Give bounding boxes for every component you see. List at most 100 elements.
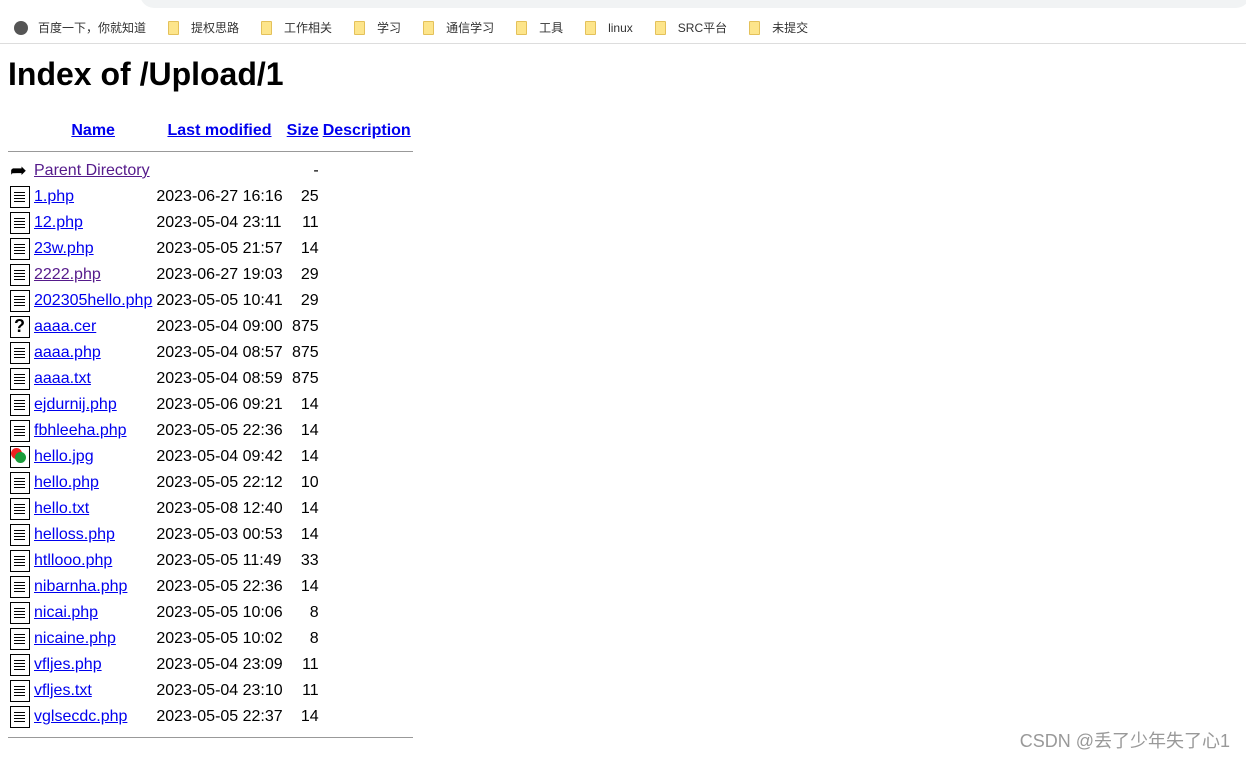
text-file-icon (10, 498, 30, 520)
table-row: aaaa.php 2023-05-04 08:57 875 (8, 340, 413, 366)
size-cell: 11 (302, 682, 319, 699)
file-link[interactable]: hello.jpg (34, 448, 94, 465)
bookmark-item[interactable]: 学习 (354, 19, 401, 36)
sort-by-last-modified[interactable]: Last modified (168, 122, 272, 139)
file-link[interactable]: aaaa.txt (34, 370, 91, 387)
text-file-icon (10, 524, 30, 546)
file-link[interactable]: 23w.php (34, 240, 94, 257)
page-title: Index of /Upload/1 (8, 56, 284, 92)
folder-icon (516, 20, 528, 35)
sort-by-size[interactable]: Size (287, 122, 319, 139)
divider (8, 150, 413, 152)
sort-by-name[interactable]: Name (71, 122, 115, 139)
file-link[interactable]: hello.txt (34, 500, 89, 517)
bookmark-label: 学习 (377, 21, 402, 35)
table-row: vfljes.php 2023-05-04 23:09 11 (8, 652, 413, 678)
table-row: 23w.php 2023-05-05 21:57 14 (8, 236, 413, 262)
globe-icon (14, 20, 28, 35)
text-file-icon (10, 420, 30, 442)
bookmark-item[interactable]: 未提交 (749, 19, 808, 36)
size-cell: 8 (309, 630, 319, 647)
file-link[interactable]: fbhleeha.php (34, 422, 127, 439)
text-file-icon (10, 576, 30, 598)
folder-icon (261, 20, 273, 35)
modified-cell: 2023-05-04 08:59 (156, 370, 283, 387)
file-link[interactable]: 12.php (34, 214, 83, 231)
bookmark-label: linux (608, 20, 633, 35)
size-cell: - (313, 162, 319, 179)
table-row: helloss.php 2023-05-03 00:53 14 (8, 522, 413, 548)
size-cell: 11 (302, 656, 319, 673)
address-bar[interactable] (140, 0, 1246, 8)
file-link[interactable]: nibarnha.php (34, 578, 127, 595)
file-link[interactable]: vglsecdc.php (34, 708, 127, 725)
file-link[interactable]: hello.php (34, 474, 99, 491)
size-cell: 11 (302, 214, 319, 231)
sort-by-description[interactable]: Description (323, 122, 411, 139)
size-cell: 14 (300, 526, 319, 543)
text-file-icon (10, 602, 30, 624)
bookmark-item[interactable]: 百度一下，你就知道 (14, 19, 146, 36)
divider (8, 736, 413, 738)
file-link[interactable]: aaaa.cer (34, 318, 96, 335)
browser-toolbar (0, 0, 1246, 10)
size-cell: 14 (300, 240, 319, 257)
modified-cell: 2023-05-06 09:21 (156, 396, 283, 413)
table-row: nicai.php 2023-05-05 10:06 8 (8, 600, 413, 626)
folder-icon (354, 20, 366, 35)
table-row: ejdurnij.php 2023-05-06 09:21 14 (8, 392, 413, 418)
modified-cell: 2023-05-04 09:42 (156, 448, 283, 465)
file-link[interactable]: helloss.php (34, 526, 115, 543)
parent-directory-link[interactable]: Parent Directory (34, 162, 150, 179)
table-row: hello.php 2023-05-05 22:12 10 (8, 470, 413, 496)
file-link[interactable]: 202305hello.php (34, 292, 152, 309)
bookmark-item[interactable]: 工具 (516, 19, 563, 36)
bookmark-item[interactable]: 提权思路 (168, 19, 239, 36)
bookmark-label: 通信学习 (446, 21, 495, 35)
size-cell: 14 (300, 448, 319, 465)
table-row: 12.php 2023-05-04 23:11 11 (8, 210, 413, 236)
file-link[interactable]: nicai.php (34, 604, 98, 621)
text-file-icon (10, 238, 30, 260)
folder-icon (654, 20, 666, 35)
size-cell: 33 (300, 552, 319, 569)
text-file-icon (10, 706, 30, 728)
table-row: aaaa.txt 2023-05-04 08:59 875 (8, 366, 413, 392)
file-link[interactable]: aaaa.php (34, 344, 101, 361)
table-row: nicaine.php 2023-05-05 10:02 8 (8, 626, 413, 652)
file-link[interactable]: ejdurnij.php (34, 396, 117, 413)
size-cell: 29 (300, 292, 319, 309)
modified-cell: 2023-05-04 23:10 (156, 682, 283, 699)
text-file-icon (10, 264, 30, 286)
text-file-icon (10, 394, 30, 416)
text-file-icon (10, 680, 30, 702)
bookmark-item[interactable]: SRC平台 (654, 19, 727, 36)
modified-cell: 2023-05-04 09:00 (156, 318, 283, 335)
file-link[interactable]: vfljes.php (34, 656, 102, 673)
file-link[interactable]: nicaine.php (34, 630, 116, 647)
size-cell: 14 (300, 708, 319, 725)
bookmarks-bar: 百度一下，你就知道 提权思路 工作相关 学习 通信学习 工具 linux SRC平台 未提交 (0, 12, 1246, 44)
text-file-icon (10, 628, 30, 650)
folder-icon (423, 20, 435, 35)
modified-cell: 2023-05-05 21:57 (156, 240, 283, 257)
bookmark-item[interactable]: linux (585, 20, 633, 35)
bookmark-item[interactable]: 通信学习 (423, 19, 494, 36)
folder-icon (168, 20, 180, 35)
text-file-icon (10, 368, 30, 390)
text-file-icon (10, 472, 30, 494)
modified-cell: 2023-06-27 19:03 (156, 266, 283, 283)
back-arrow-icon: ➦ (10, 160, 30, 182)
file-link[interactable]: htllooo.php (34, 552, 112, 569)
modified-cell: 2023-05-05 11:49 (156, 552, 282, 569)
file-link[interactable]: vfljes.txt (34, 682, 92, 699)
size-cell: 29 (300, 266, 319, 283)
bookmark-item[interactable]: 工作相关 (261, 19, 332, 36)
file-link[interactable]: 1.php (34, 188, 74, 205)
size-cell: 8 (309, 604, 319, 621)
table-row: vfljes.txt 2023-05-04 23:10 11 (8, 678, 413, 704)
modified-cell: 2023-05-08 12:40 (156, 500, 283, 517)
file-link[interactable]: 2222.php (34, 266, 101, 283)
modified-cell: 2023-05-05 22:37 (156, 708, 283, 725)
image-file-icon (10, 446, 30, 468)
